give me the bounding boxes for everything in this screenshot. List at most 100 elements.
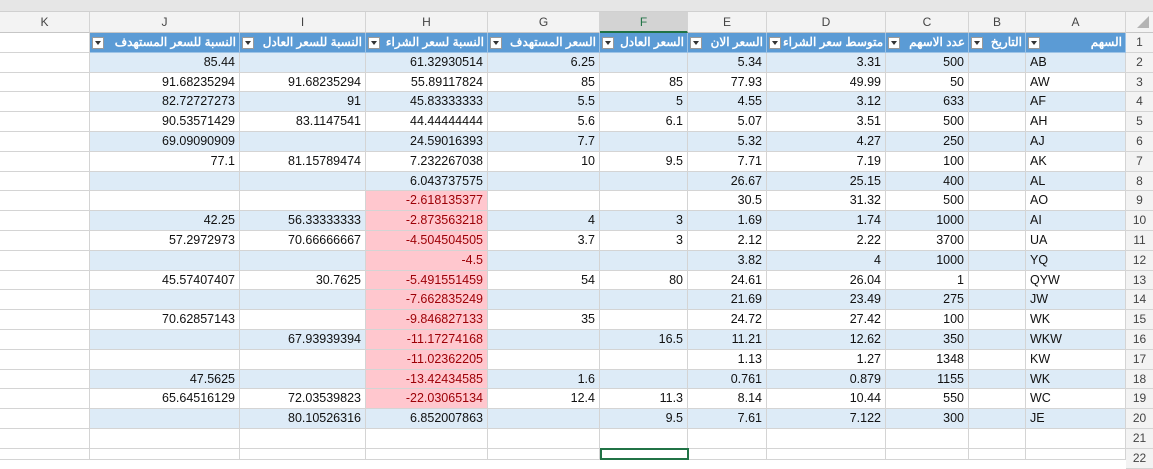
row-header-14[interactable]: 14 <box>1126 290 1153 311</box>
table-cell-h[interactable]: -11.17274168 <box>366 330 488 350</box>
table-cell-i[interactable] <box>240 369 366 390</box>
table-cell-i[interactable]: 30.7625 <box>240 270 366 291</box>
table-cell-j[interactable]: 47.5625 <box>90 369 240 390</box>
table-cell-g[interactable] <box>488 250 600 271</box>
table-cell-c[interactable]: 100 <box>886 151 969 172</box>
chevron-down-icon[interactable] <box>490 37 502 49</box>
chevron-down-icon[interactable] <box>971 37 983 49</box>
table-cell-a[interactable]: JW <box>1026 290 1126 311</box>
table-cell-f[interactable]: 11.3 <box>600 389 688 410</box>
table-cell-e[interactable]: 5.32 <box>688 132 767 152</box>
table-cell-h[interactable]: -11.02362205 <box>366 349 488 370</box>
table-cell-b[interactable] <box>969 290 1026 311</box>
table-cell-g[interactable] <box>488 330 600 350</box>
row-header-9[interactable]: 9 <box>1126 191 1153 212</box>
table-cell-e[interactable]: 7.61 <box>688 409 767 429</box>
table-cell-c[interactable]: 633 <box>886 92 969 113</box>
table-cell-i[interactable]: 72.03539823 <box>240 389 366 410</box>
table-cell-a[interactable]: AF <box>1026 92 1126 113</box>
empty-cell[interactable] <box>0 151 90 172</box>
table-cell-f[interactable]: 85 <box>600 72 688 93</box>
table-cell-i[interactable]: 67.93939394 <box>240 330 366 350</box>
table-cell-g[interactable] <box>488 191 600 212</box>
table-cell-b[interactable] <box>969 369 1026 390</box>
empty-cell[interactable] <box>0 429 90 449</box>
table-cell-j[interactable]: 91.68235294 <box>90 72 240 93</box>
table-cell-e[interactable]: 24.72 <box>688 310 767 330</box>
table-cell-a[interactable]: AI <box>1026 211 1126 231</box>
table-cell-h[interactable]: 44.44444444 <box>366 112 488 132</box>
table-cell-d[interactable]: 3.31 <box>767 52 886 73</box>
column-header-c[interactable]: C <box>886 12 969 33</box>
table-cell-d[interactable]: 12.62 <box>767 330 886 350</box>
empty-cell[interactable] <box>600 429 688 449</box>
table-cell-h[interactable]: -7.662835249 <box>366 290 488 311</box>
empty-cell[interactable] <box>0 409 90 429</box>
table-cell-f[interactable] <box>600 52 688 73</box>
table-cell-c[interactable]: 1348 <box>886 349 969 370</box>
table-cell-c[interactable]: 400 <box>886 171 969 192</box>
table-cell-g[interactable] <box>488 349 600 370</box>
table-cell-j[interactable]: 90.53571429 <box>90 112 240 132</box>
table-cell-e[interactable]: 8.14 <box>688 389 767 410</box>
row-header-1[interactable]: 1 <box>1126 33 1153 53</box>
table-cell-g[interactable]: 5.5 <box>488 92 600 113</box>
table-cell-d[interactable]: 1.74 <box>767 211 886 231</box>
table-cell-a[interactable]: JE <box>1026 409 1126 429</box>
table-cell-d[interactable]: 26.04 <box>767 270 886 291</box>
table-cell-a[interactable]: WC <box>1026 389 1126 410</box>
empty-cell[interactable] <box>0 231 90 251</box>
table-cell-g[interactable] <box>488 409 600 429</box>
empty-cell[interactable] <box>1026 429 1126 449</box>
chevron-down-icon[interactable] <box>242 37 254 49</box>
table-cell-c[interactable]: 1155 <box>886 369 969 390</box>
table-cell-j[interactable]: 77.1 <box>90 151 240 172</box>
row-header-16[interactable]: 16 <box>1126 330 1153 350</box>
table-cell-d[interactable]: 1.27 <box>767 349 886 370</box>
row-header-12[interactable]: 12 <box>1126 250 1153 271</box>
table-cell-b[interactable] <box>969 72 1026 93</box>
row-header-22[interactable]: 22 <box>1126 448 1153 469</box>
column-header-a[interactable]: A <box>1026 12 1126 33</box>
table-cell-h[interactable]: 61.32930514 <box>366 52 488 73</box>
chevron-down-icon[interactable] <box>888 37 900 49</box>
table-cell-a[interactable]: YQ <box>1026 250 1126 271</box>
table-cell-j[interactable]: 45.57407407 <box>90 270 240 291</box>
chevron-down-icon[interactable] <box>769 37 781 49</box>
table-cell-c[interactable]: 500 <box>886 112 969 132</box>
table-cell-h[interactable]: -9.846827133 <box>366 310 488 330</box>
table-cell-e[interactable]: 0.761 <box>688 369 767 390</box>
table-cell-i[interactable]: 80.10526316 <box>240 409 366 429</box>
table-cell-j[interactable] <box>90 191 240 212</box>
table-cell-f[interactable] <box>600 369 688 390</box>
table-cell-g[interactable]: 54 <box>488 270 600 291</box>
table-cell-j[interactable] <box>90 250 240 271</box>
table-cell-g[interactable]: 3.7 <box>488 231 600 251</box>
table-cell-b[interactable] <box>969 112 1026 132</box>
table-cell-d[interactable]: 4.27 <box>767 132 886 152</box>
table-cell-a[interactable]: KW <box>1026 349 1126 370</box>
table-cell-g[interactable] <box>488 171 600 192</box>
table-cell-b[interactable] <box>969 250 1026 271</box>
table-cell-e[interactable]: 2.12 <box>688 231 767 251</box>
table-cell-c[interactable]: 500 <box>886 191 969 212</box>
table-cell-e[interactable]: 77.93 <box>688 72 767 93</box>
table-cell-e[interactable]: 26.67 <box>688 171 767 192</box>
table-cell-b[interactable] <box>969 409 1026 429</box>
column-header-i[interactable]: I <box>240 12 366 33</box>
table-cell-j[interactable]: 57.2972973 <box>90 231 240 251</box>
column-header-k[interactable]: K <box>0 12 90 33</box>
row-header-21[interactable]: 21 <box>1126 429 1153 449</box>
empty-cell[interactable] <box>0 171 90 192</box>
table-cell-a[interactable]: AL <box>1026 171 1126 192</box>
table-cell-f[interactable] <box>600 250 688 271</box>
empty-cell[interactable] <box>0 250 90 271</box>
table-cell-i[interactable] <box>240 310 366 330</box>
row-header-5[interactable]: 5 <box>1126 112 1153 132</box>
column-header-g[interactable]: G <box>488 12 600 33</box>
table-cell-g[interactable]: 12.4 <box>488 389 600 410</box>
table-cell-e[interactable]: 21.69 <box>688 290 767 311</box>
table-cell-g[interactable]: 5.6 <box>488 112 600 132</box>
table-cell-f[interactable]: 5 <box>600 92 688 113</box>
empty-cell[interactable] <box>366 429 488 449</box>
